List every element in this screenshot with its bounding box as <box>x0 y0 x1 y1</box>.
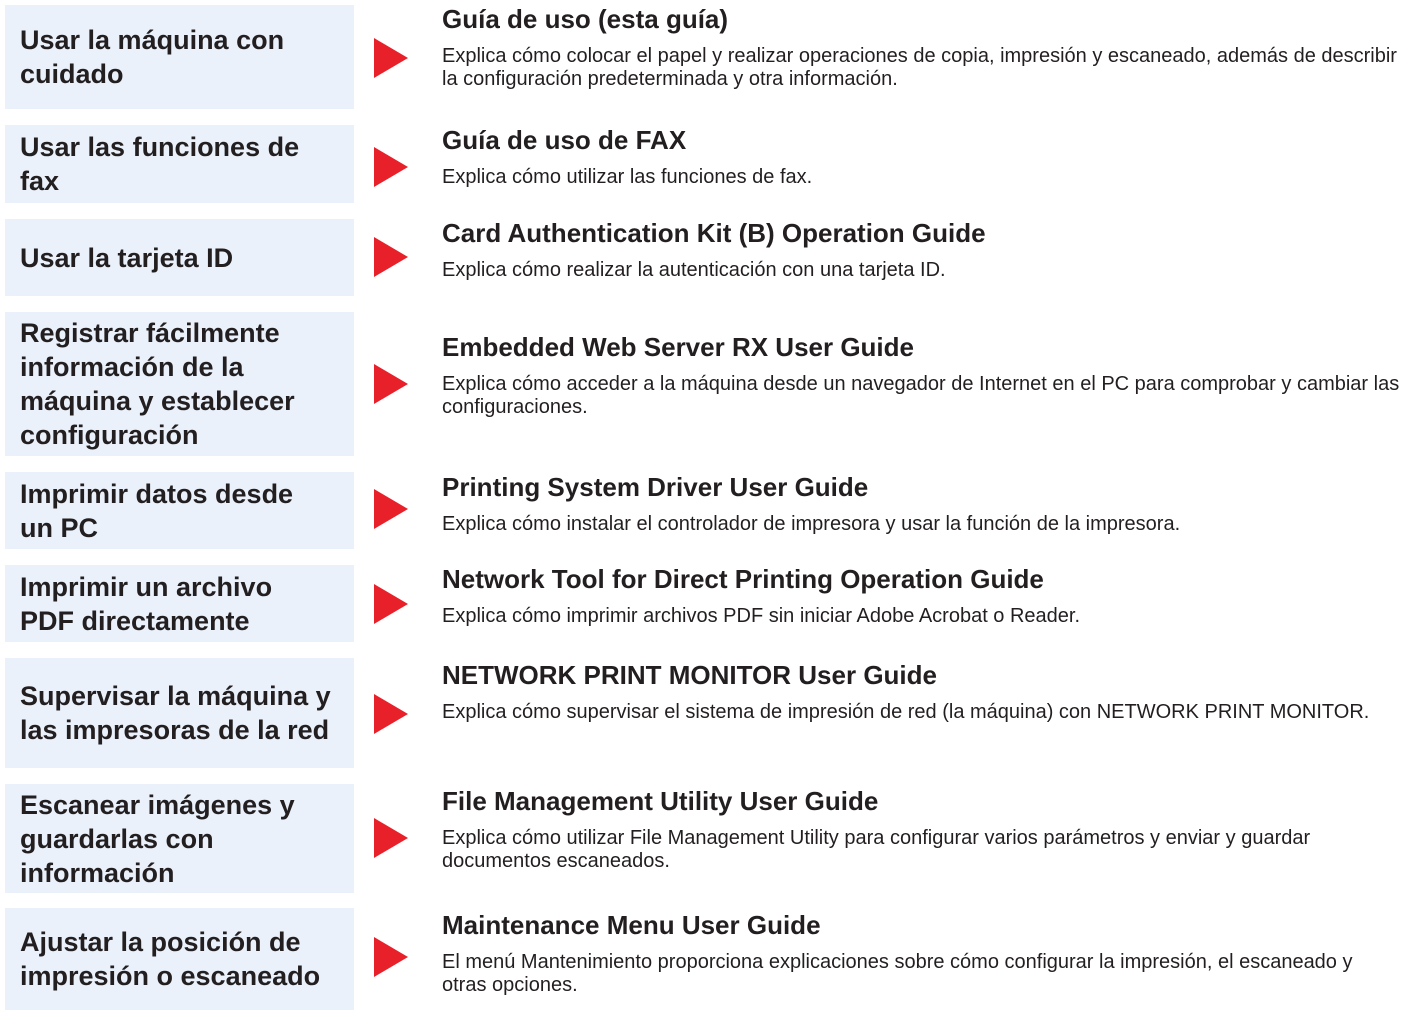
guide-entry: Guía de uso (esta guía) Explica cómo col… <box>442 3 1402 91</box>
task-box: Registrar fácilmente información de la m… <box>5 312 354 456</box>
guide-title: Printing System Driver User Guide <box>442 472 869 502</box>
task-box: Imprimir datos desde un PC <box>5 472 354 549</box>
task-label: Supervisar la máquina y las impresoras d… <box>20 681 331 745</box>
guide-title: Embedded Web Server RX User Guide <box>442 332 914 362</box>
task-label: Imprimir un archivo PDF directamente <box>20 571 273 636</box>
right-triangle-icon <box>374 364 408 404</box>
guide-title: Card Authentication Kit (B) Operation Gu… <box>442 218 986 248</box>
guide-description: Explica cómo imprimir archivos PDF sin i… <box>442 605 1081 627</box>
guide-entry: Network Tool for Direct Printing Operati… <box>442 563 1402 628</box>
right-triangle-icon <box>374 937 408 977</box>
task-label: Registrar fácilmente información de la m… <box>20 318 295 450</box>
guide-entry: Embedded Web Server RX User Guide Explic… <box>442 331 1402 419</box>
guide-title: Maintenance Menu User Guide <box>442 910 821 940</box>
task-label: Usar la máquina con cuidado <box>20 25 285 89</box>
task-label: Imprimir datos desde un PC <box>20 478 294 543</box>
task-box: Escanear imágenes y guardarlas con infor… <box>5 784 354 893</box>
task-label: Usar las funciones de fax <box>20 132 300 196</box>
guide-title: File Management Utility User Guide <box>442 786 879 816</box>
guide-description: Explica cómo instalar el controlador de … <box>442 513 1181 535</box>
guide-entry: Maintenance Menu User Guide El menú Mant… <box>442 909 1402 997</box>
guide-entry: NETWORK PRINT MONITOR User Guide Explica… <box>442 659 1402 724</box>
right-triangle-icon <box>374 38 408 78</box>
guide-entry: Card Authentication Kit (B) Operation Gu… <box>442 217 1402 282</box>
guide-description: Explica cómo utilizar las funciones de f… <box>442 166 813 188</box>
task-label: Usar la tarjeta ID <box>20 242 234 273</box>
task-box: Ajustar la posición de impresión o escan… <box>5 908 354 1010</box>
task-label: Ajustar la posición de impresión o escan… <box>20 927 321 991</box>
guide-title: NETWORK PRINT MONITOR User Guide <box>442 660 937 690</box>
guide-title: Network Tool for Direct Printing Operati… <box>442 564 1044 594</box>
guide-description: Explica cómo supervisar el sistema de im… <box>442 701 1370 723</box>
task-label: Escanear imágenes y guardarlas con infor… <box>20 789 295 888</box>
guide-description: El menú Mantenimiento proporciona explic… <box>442 951 1353 996</box>
task-box: Imprimir un archivo PDF directamente <box>5 565 354 642</box>
guide-description: Explica cómo colocar el papel y realizar… <box>442 45 1397 90</box>
task-box: Usar la tarjeta ID <box>5 219 354 296</box>
guide-entry: Printing System Driver User Guide Explic… <box>442 471 1402 536</box>
guide-entry: File Management Utility User Guide Expli… <box>442 785 1402 873</box>
guide-description: Explica cómo acceder a la máquina desde … <box>442 373 1400 418</box>
guide-entry: Guía de uso de FAX Explica cómo utilizar… <box>442 124 1402 189</box>
task-box: Usar la máquina con cuidado <box>5 5 354 109</box>
guide-title: Guía de uso de FAX <box>442 125 687 155</box>
right-triangle-icon <box>374 584 408 624</box>
task-box: Supervisar la máquina y las impresoras d… <box>5 658 354 768</box>
right-triangle-icon <box>374 489 408 529</box>
right-triangle-icon <box>374 147 408 187</box>
guide-description: Explica cómo utilizar File Management Ut… <box>442 827 1311 872</box>
guide-description: Explica cómo realizar la autenticación c… <box>442 259 946 281</box>
right-triangle-icon <box>374 237 408 277</box>
right-triangle-icon <box>374 818 408 858</box>
task-box: Usar las funciones de fax <box>5 125 354 203</box>
guide-title: Guía de uso (esta guía) <box>442 4 729 34</box>
right-triangle-icon <box>374 694 408 734</box>
